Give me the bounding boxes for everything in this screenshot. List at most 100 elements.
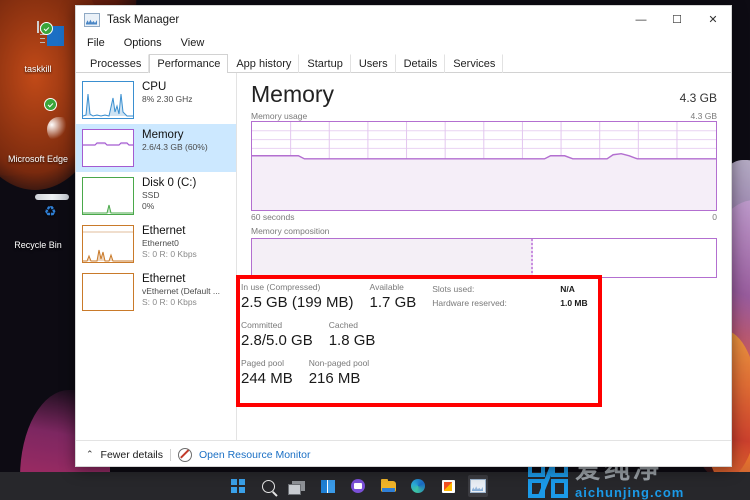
stat-value: 2.5 GB (199 MB): [241, 293, 354, 313]
sidebar-item-memory[interactable]: Memory 2.6/4.3 GB (60%): [76, 124, 236, 172]
microsoft-store-button[interactable]: [438, 475, 458, 497]
sidebar-item-cpu[interactable]: CPU 8% 2.30 GHz: [76, 76, 236, 124]
tab-startup[interactable]: Startup: [299, 54, 350, 73]
desktop-icon-label: Recycle Bin: [14, 240, 62, 250]
sidebar-item-sub2: S: 0 R: 0 Kbps: [142, 297, 220, 308]
disk-mini-graph: [82, 177, 134, 215]
recycle-bin-icon: ♻: [2, 198, 74, 238]
desktop-icon-taskkill[interactable]: taskkill: [2, 22, 74, 75]
desktop-icon-label: taskkill: [24, 64, 51, 74]
menu-view[interactable]: View: [178, 36, 208, 50]
stat-value: 1.7 GB: [370, 293, 417, 313]
widgets-icon: [321, 480, 335, 493]
tab-processes[interactable]: Processes: [82, 54, 149, 73]
chat-button[interactable]: [348, 475, 368, 497]
stat-value: 2.8/5.0 GB: [241, 331, 313, 351]
stats-row-2: Committed 2.8/5.0 GB Cached 1.8 GB: [241, 319, 596, 351]
folder-icon: [381, 481, 396, 492]
stat-value: 244 MB: [241, 369, 293, 389]
maximize-button[interactable]: ☐: [659, 6, 695, 33]
axis-right-label: 0: [712, 212, 717, 222]
stat-nonpaged-pool: Non-paged pool 216 MB: [309, 357, 370, 389]
stat-label: Cached: [329, 319, 376, 331]
watermark-domain: aichunjing.com: [575, 486, 684, 499]
widgets-button[interactable]: [318, 475, 338, 497]
memory-detail-panel: Memory 4.3 GB Memory usage 4.3 GB: [237, 73, 731, 440]
memory-mini-graph: [82, 129, 134, 167]
composition-in-use-segment: [252, 239, 533, 277]
start-button[interactable]: [228, 475, 248, 497]
window-body: CPU 8% 2.30 GHz Memory 2.6/4.3 GB (60%): [76, 73, 731, 440]
sidebar-item-label: CPU: [142, 81, 193, 94]
vethernet-mini-graph: [82, 273, 134, 311]
tab-services[interactable]: Services: [445, 54, 503, 73]
stat-slots-used: Slots used: N/A: [432, 282, 587, 296]
stat-value: N/A: [560, 282, 575, 296]
stat-value: 1.0 MB: [560, 296, 587, 310]
menu-file[interactable]: File: [84, 36, 108, 50]
stat-hardware-info: Slots used: N/A Hardware reserved: 1.0 M…: [432, 282, 587, 313]
performance-sidebar[interactable]: CPU 8% 2.30 GHz Memory 2.6/4.3 GB (60%): [76, 73, 237, 440]
store-icon: [442, 480, 455, 493]
stat-label: Slots used:: [432, 282, 554, 296]
stat-committed: Committed 2.8/5.0 GB: [241, 319, 313, 351]
usage-graph-max: 4.3 GB: [691, 111, 717, 121]
tab-details[interactable]: Details: [396, 54, 446, 73]
footer-divider: [170, 449, 171, 461]
memory-capacity: 4.3 GB: [680, 91, 717, 105]
memory-header: Memory 4.3 GB: [251, 81, 717, 107]
tab-app-history[interactable]: App history: [228, 54, 299, 73]
usage-graph-labels: Memory usage 4.3 GB: [251, 111, 717, 121]
edge-taskbar-button[interactable]: [408, 475, 428, 497]
minimize-button[interactable]: —: [623, 6, 659, 33]
stat-label: Committed: [241, 319, 313, 331]
sidebar-item-disk[interactable]: Disk 0 (C:) SSD 0%: [76, 172, 236, 220]
document-shortcut-icon: [2, 22, 74, 62]
task-view-button[interactable]: [288, 475, 308, 497]
file-explorer-button[interactable]: [378, 475, 398, 497]
sidebar-item-sub2: S: 0 R: 0 Kbps: [142, 249, 197, 260]
sidebar-item-label: Memory: [142, 129, 208, 142]
stat-available: Available 1.7 GB: [370, 281, 417, 313]
stat-paged-pool: Paged pool 244 MB: [241, 357, 293, 389]
chat-icon: [351, 479, 365, 493]
sidebar-item-sub1: 8% 2.30 GHz: [142, 94, 193, 105]
sidebar-item-sub1: Ethernet0: [142, 238, 197, 249]
windows-logo-icon: [231, 479, 245, 493]
edge-browser-icon: [2, 112, 74, 152]
window-footer: ⌃ Fewer details Open Resource Monitor: [76, 440, 731, 468]
menu-bar: File Options View: [76, 33, 731, 53]
menu-options[interactable]: Options: [121, 36, 165, 50]
close-button[interactable]: ✕: [695, 6, 731, 33]
page-title: Memory: [251, 81, 334, 107]
axis-left-label: 60 seconds: [251, 212, 294, 222]
stat-label: In use (Compressed): [241, 281, 354, 293]
sidebar-item-ethernet0[interactable]: Ethernet Ethernet0 S: 0 R: 0 Kbps: [76, 220, 236, 268]
tab-users[interactable]: Users: [351, 54, 396, 73]
memory-composition-bar[interactable]: [251, 238, 717, 278]
fewer-details-button[interactable]: Fewer details: [101, 449, 163, 461]
task-manager-taskbar-button[interactable]: [468, 475, 488, 497]
sidebar-item-vethernet[interactable]: Ethernet vEthernet (Default ... S: 0 R: …: [76, 268, 236, 316]
task-manager-icon: [84, 13, 100, 27]
cpu-mini-graph: [82, 81, 134, 119]
usage-graph-title: Memory usage: [251, 111, 307, 121]
task-manager-window: Task Manager — ☐ ✕ File Options View Pro…: [75, 5, 732, 467]
stat-label: Hardware reserved:: [432, 296, 554, 310]
search-button[interactable]: [258, 475, 278, 497]
sidebar-item-sub1: 2.6/4.3 GB (60%): [142, 142, 208, 153]
resource-monitor-icon: [178, 448, 192, 462]
taskbar-items: [228, 472, 488, 500]
sidebar-item-sub1: vEthernet (Default ...: [142, 286, 220, 297]
task-manager-icon: [470, 479, 486, 493]
stat-value: 216 MB: [309, 369, 370, 389]
open-resource-monitor-link[interactable]: Open Resource Monitor: [199, 449, 310, 461]
desktop-icon-recycle-bin[interactable]: ♻ Recycle Bin: [2, 198, 74, 251]
tab-performance[interactable]: Performance: [149, 54, 228, 73]
usage-graph-svg: [252, 122, 716, 210]
desktop-icon-edge[interactable]: Microsoft Edge: [2, 112, 74, 165]
stat-in-use: In use (Compressed) 2.5 GB (199 MB): [241, 281, 354, 313]
stats-row-3: Paged pool 244 MB Non-paged pool 216 MB: [241, 357, 596, 389]
sidebar-item-sub1: SSD: [142, 190, 196, 201]
usage-graph-axis: 60 seconds 0: [251, 212, 717, 222]
